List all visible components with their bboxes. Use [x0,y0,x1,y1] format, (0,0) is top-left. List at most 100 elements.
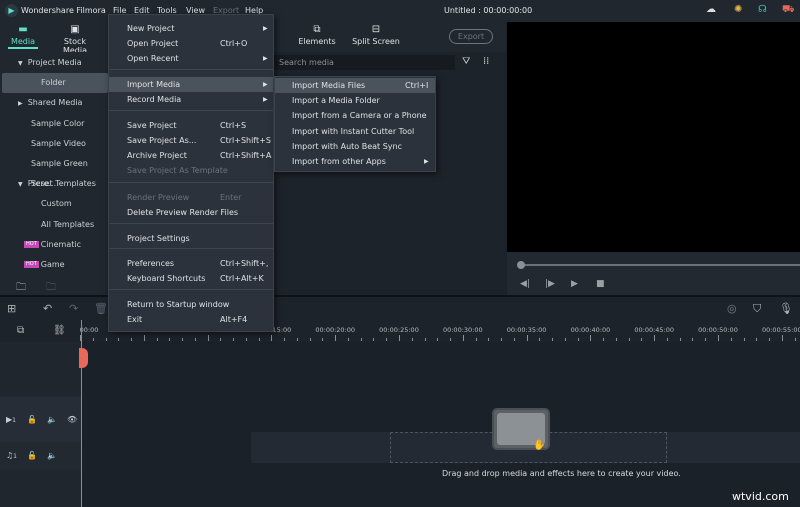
cloud-icon[interactable]: ☁ [706,4,716,15]
ruler-tick [705,338,707,341]
search-input[interactable]: Search media [274,55,455,70]
ruler-tick [424,338,426,341]
ruler-tick [666,338,668,341]
playback-slider[interactable] [520,264,800,266]
delete-icon[interactable]: 🗑 [94,302,108,315]
menu-separator [109,248,273,249]
ruler-tick [207,335,209,341]
drop-hint: Drag and drop media and effects here to … [442,469,681,478]
menu-item-label: Import Media [127,80,181,89]
sidebar-item-shared-media[interactable]: ▶ Shared Media [0,93,108,113]
ruler-tick [794,338,796,341]
ruler-tick [399,335,400,341]
menu-item-import-media[interactable]: Import Media ▶ [109,77,273,92]
menu-item-exit[interactable]: Exit Alt+F4 [109,312,273,327]
video-track-icon: ▶1 [6,415,16,424]
playback-slider-handle[interactable] [517,261,525,269]
menu-item-label: Import from other Apps [292,157,386,166]
volume-icon[interactable]: 🔈 [47,415,57,424]
ruler-tick [628,338,630,341]
lock-icon[interactable]: 🔓 [27,415,37,424]
submenu-item-import-from-a-camera-or-a-phone[interactable]: Import from a Camera or a Phone [275,108,435,123]
layout-icon[interactable]: ⊞ [7,302,16,315]
menu-item-save-project-as[interactable]: Save Project As... Ctrl+Shift+S [109,133,273,148]
microphone-icon[interactable]: 🎙 [779,302,793,315]
menu-item-keyboard-shortcuts[interactable]: Keyboard Shortcuts Ctrl+Alt+K [109,271,273,286]
menu-item-open-project[interactable]: Open Project Ctrl+O [109,36,273,51]
sidebar-item-preset-templates[interactable]: ▼ Preset Templates [0,174,108,194]
sidebar-item-folder[interactable]: Folder [2,73,108,93]
tab-media[interactable]: ▬ Media [8,22,38,49]
submenu-item-import-from-other-apps[interactable]: Import from other Apps ▶ [275,154,435,169]
sidebar-item-project-media[interactable]: ▼ Project Media [0,53,108,73]
collapse-icon: ▶ [18,100,23,107]
grid-view-icon[interactable]: ⁞⁞ [483,56,489,67]
sidebar-item-all-templates[interactable]: All Templates [0,215,108,235]
sidebar-item-sample-green-screen[interactable]: Sample Green Scre... [0,154,108,188]
tab-stock-media[interactable]: ▣ Stock Media [52,22,98,55]
submenu-item-import-with-instant-cutter-tool[interactable]: Import with Instant Cutter Tool [275,124,435,139]
menu-item-preferences[interactable]: Preferences Ctrl+Shift+, [109,256,273,271]
ruler-tick [781,335,783,341]
sidebar-item-cinematic[interactable]: HOT Cinematic [0,235,108,255]
ruler-tick [450,338,452,341]
ruler-tick [743,338,745,341]
ruler-tick [475,338,477,341]
menu-item-save-project[interactable]: Save Project Ctrl+S [109,118,273,133]
ruler-tick [718,335,719,341]
redo-icon[interactable]: ↷ [69,302,78,315]
menu-item-label: Import from a Camera or a Phone [292,111,427,121]
submenu-item-import-media-files[interactable]: Import Media Files Ctrl+I [275,78,435,93]
ruler-tick [756,338,758,341]
hot-badge: HOT [24,241,39,248]
menu-item-archive-project[interactable]: Archive Project Ctrl+Shift+A [109,148,273,163]
submenu-item-import-with-auto-beat-sync[interactable]: Import with Auto Beat Sync [275,139,435,154]
tab-split-screen[interactable]: ⊟ Split Screen [352,22,400,52]
menu-item-save-project-as-template[interactable]: Save Project As Template [109,163,273,178]
submenu-item-import-a-media-folder[interactable]: Import a Media Folder [275,93,435,108]
menu-item-return-to-startup-window[interactable]: Return to Startup window [109,297,273,312]
menu-item-project-settings[interactable]: Project Settings [109,231,273,246]
lock-icon[interactable]: 🔓 [27,451,37,460]
sidebar-item-sample-video[interactable]: Sample Video [0,134,108,154]
export-button[interactable]: Export [449,29,493,44]
step-forward-icon[interactable]: |▶ [545,279,555,289]
lightbulb-icon[interactable]: ✺ [734,4,742,15]
cart-icon[interactable]: ⛟ [782,4,795,17]
submenu-arrow-icon: ▶ [263,81,268,88]
ruler-tick [182,338,184,341]
add-track-icon[interactable]: ⧉ [17,325,24,336]
menu-item-record-media[interactable]: Record Media ▶ [109,92,273,107]
menu-item-render-preview[interactable]: Render Preview Enter [109,190,273,205]
tab-elements[interactable]: ⧉ Elements [297,22,337,52]
render-preview-icon[interactable]: ◎ [727,302,737,315]
ruler-label: 00:00:40:00 [570,326,611,334]
play-icon[interactable]: ▶ [571,279,578,289]
file-menu: New Project ▶ Open Project Ctrl+O Open Recen… [108,14,274,332]
tab-label: Split Screen [352,37,400,46]
volume-icon[interactable]: 🔈 [47,451,57,460]
menu-item-label: New Project [127,24,175,33]
undo-icon[interactable]: ↶ [43,302,52,315]
sidebar-item-game[interactable]: HOT Game [0,255,108,275]
ruler-tick [552,338,554,341]
menu-item-delete-preview-render-files[interactable]: Delete Preview Render Files [109,205,273,220]
ruler-tick [641,338,643,341]
link-icon[interactable]: ⛓ [53,325,66,336]
sidebar-item-sample-color[interactable]: Sample Color [0,114,108,134]
filter-icon[interactable]: ⛛ [462,56,470,67]
headset-icon[interactable]: ☊ [758,4,767,15]
ruler-tick [730,338,732,341]
menu-item-open-recent[interactable]: Open Recent ▶ [109,51,273,66]
playhead-handle[interactable] [79,348,88,368]
eye-icon[interactable]: 👁 [67,415,77,424]
menu-separator [109,289,273,290]
step-back-icon[interactable]: ◀| [520,279,530,289]
stop-icon[interactable]: ■ [596,279,605,289]
ruler-tick [360,338,362,341]
sidebar-item-custom[interactable]: Custom [0,194,108,214]
marker-icon[interactable]: ⛉ [753,302,761,316]
menu-item-shortcut: Ctrl+Shift+, [220,259,269,268]
menu-item-label: Return to Startup window [127,300,230,309]
menu-item-new-project[interactable]: New Project ▶ [109,21,273,36]
